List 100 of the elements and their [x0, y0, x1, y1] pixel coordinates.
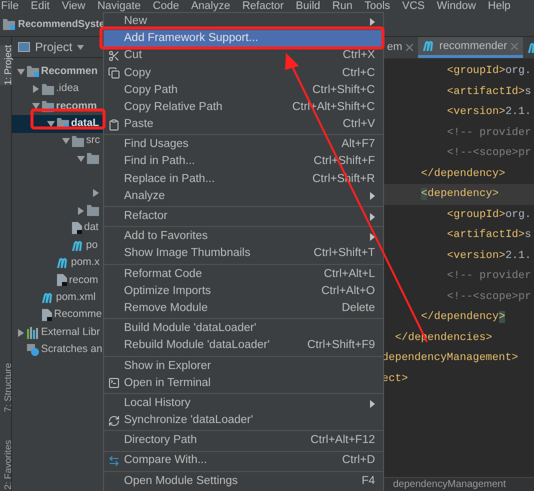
expanded-arrow-icon[interactable]	[62, 137, 70, 146]
sync-icon	[108, 414, 120, 427]
menu-item[interactable]: Paste Ctrl+V	[104, 116, 383, 134]
menu-item[interactable]: Copy Path Ctrl+Shift+C	[104, 82, 383, 99]
menu-item[interactable]: Open in Terminal	[104, 374, 383, 392]
menu-item[interactable]: Rebuild Module 'dataLoader' Ctrl+Shift+F9	[104, 337, 383, 355]
file-icon	[72, 222, 82, 234]
menu-item[interactable]: Local History	[104, 394, 383, 412]
menu-item[interactable]: Compare With... Ctrl+D	[104, 452, 383, 470]
menu-bar-item[interactable]: Analyze	[191, 0, 230, 12]
submenu-arrow-icon	[370, 212, 375, 221]
submenu-arrow-icon	[370, 400, 375, 408]
collapsed-arrow-icon[interactable]	[17, 328, 25, 337]
menu-item[interactable]: Show Image Thumbnails Ctrl+Shift+T	[104, 245, 383, 263]
menu-bar-item[interactable]: View	[62, 0, 86, 12]
code-line: <artifactId>s	[447, 84, 532, 100]
menu-item[interactable]: Open Module Settings F4	[104, 472, 383, 490]
menu-item[interactable]: Add to Favorites	[104, 228, 383, 246]
folder-icon	[87, 205, 99, 216]
code-line: </dependency>	[421, 166, 506, 182]
expanded-arrow-icon[interactable]	[17, 68, 25, 76]
editor-tab[interactable]: recommender	[418, 37, 524, 58]
code-line: dependencyManagement>	[382, 351, 518, 366]
menu-item[interactable]: Directory Path Ctrl+Alt+F12	[104, 432, 383, 450]
menu-item[interactable]: Build Module 'dataLoader'	[104, 320, 383, 338]
panel-title[interactable]: Project	[35, 38, 72, 56]
clipboard-icon	[108, 118, 120, 131]
menu-bar-item[interactable]: Refactor	[242, 0, 284, 12]
code-line: <groupId>org.	[447, 208, 532, 223]
scissors-icon	[108, 50, 120, 62]
menu-bar-item[interactable]: Build	[296, 0, 320, 12]
tool-window-tab[interactable]: 2: Favorites	[0, 440, 12, 490]
tree-item[interactable]: pom.x	[71, 255, 100, 271]
collapsed-arrow-icon[interactable]	[32, 85, 40, 94]
submenu-arrow-icon	[370, 192, 375, 200]
window-icon	[18, 42, 30, 52]
tree-item[interactable]: Scratches an	[41, 342, 102, 358]
code-line: <artifactId>s	[447, 228, 532, 244]
menu-item[interactable]: Find Usages Alt+F7	[104, 136, 383, 154]
terminal-icon	[108, 377, 120, 390]
tree-item[interactable]: pom.xml	[56, 290, 96, 306]
tree-item[interactable]: Recommen	[41, 64, 98, 80]
libraries-icon	[27, 326, 39, 339]
tree-item[interactable]: .idea	[56, 81, 79, 97]
dropdown-caret-icon[interactable]	[77, 44, 84, 50]
tool-window-tab[interactable]: 1: Project	[0, 45, 12, 86]
menu-bar-item[interactable]: Tools	[364, 0, 390, 12]
file-icon	[57, 274, 67, 286]
tool-window-tab[interactable]: 7: Structure	[0, 363, 12, 412]
maven-icon	[72, 240, 84, 251]
tree-item[interactable]: src	[86, 133, 100, 150]
collapsed-arrow-icon[interactable]	[92, 189, 100, 198]
menu-item[interactable]: Analyze	[104, 188, 383, 206]
maven-icon	[57, 258, 69, 268]
maven-icon	[423, 41, 436, 51]
menu-bar-item[interactable]: VCS	[402, 0, 425, 12]
folder-icon	[87, 153, 99, 164]
code-line: <groupId>org.	[447, 64, 532, 80]
menu-bar-item[interactable]: Edit	[30, 0, 50, 12]
menu-item[interactable]: New	[104, 13, 383, 30]
collapsed-arrow-icon[interactable]	[77, 206, 85, 215]
tree-item[interactable]: Recomme	[54, 307, 102, 324]
file-icon	[42, 309, 52, 322]
tree-item[interactable]: dat	[84, 220, 99, 236]
expanded-arrow-icon[interactable]	[77, 154, 85, 163]
scratches-icon	[27, 344, 39, 356]
tree-item[interactable]: po	[86, 238, 98, 254]
menu-item[interactable]: Reformat Code Ctrl+Alt+L	[104, 266, 383, 283]
editor-tab[interactable]: em	[382, 37, 418, 58]
menu-item[interactable]: Remove Module Delete	[104, 300, 383, 318]
menu-bar-item[interactable]: Window	[436, 0, 476, 12]
code-line: </dependency>	[421, 310, 506, 326]
code-line: <dependency>	[421, 187, 499, 202]
module-folder-icon	[27, 66, 39, 78]
tree-item[interactable]: External Libr	[41, 324, 100, 340]
menu-item[interactable]: Refactor	[104, 208, 383, 226]
module-folder-icon	[57, 118, 69, 130]
menu-bar-item[interactable]: Navigate	[97, 0, 141, 12]
menu-bar-item[interactable]: Run	[332, 0, 352, 12]
code-line: <!--<scope>pr	[447, 290, 532, 305]
tree-item[interactable]: recom	[69, 272, 98, 288]
menu-item[interactable]: Add Framework Support...	[104, 30, 383, 48]
expanded-arrow-icon[interactable]	[32, 102, 40, 110]
menu-item[interactable]: Optimize Imports Ctrl+Alt+O	[104, 282, 383, 300]
menu-item[interactable]: Cut Ctrl+X	[104, 47, 383, 65]
menu-item[interactable]: Copy Ctrl+C	[104, 64, 383, 82]
maven-icon	[42, 292, 54, 303]
code-line: <version>2.1.	[447, 105, 532, 120]
menu-bar-item[interactable]: Help	[488, 0, 511, 12]
menu-item[interactable]: Show in Explorer	[104, 358, 383, 375]
expanded-arrow-icon[interactable]	[47, 120, 55, 128]
breadcrumb-item[interactable]: RecommendSyste	[18, 16, 105, 32]
copy-icon	[108, 67, 120, 80]
close-icon[interactable]	[406, 44, 414, 51]
menu-item[interactable]: Synchronize 'dataLoader'	[104, 412, 383, 430]
menu-bar-item[interactable]: File	[1, 0, 19, 12]
code-line: <!--<scope>pr	[447, 146, 532, 162]
menu-bar-item[interactable]: Code	[152, 0, 180, 12]
submenu-arrow-icon	[370, 232, 375, 241]
module-folder-icon	[3, 18, 15, 30]
